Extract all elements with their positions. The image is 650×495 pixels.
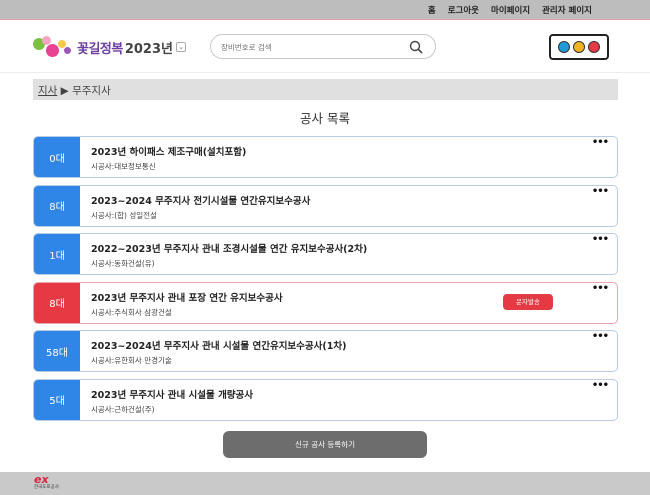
- more-options-icon[interactable]: •••: [592, 380, 609, 391]
- project-contractor: 시공사:(합) 성일전설: [91, 210, 157, 220]
- more-options-icon[interactable]: •••: [592, 234, 609, 245]
- breadcrumb-current: 무주지사: [72, 85, 111, 97]
- nav-home[interactable]: 홈: [428, 4, 436, 16]
- ex-logo-name: 한국도로공사: [34, 485, 59, 490]
- project-contractor: 시공사:주식회사 삼광건설: [91, 307, 172, 317]
- top-nav: 홈 로그아웃 마이페이지 관리자 페이지: [428, 4, 592, 16]
- project-title: 2023~2024 무주지사 전기시설물 연간유지보수공사: [91, 195, 311, 207]
- search-input[interactable]: [221, 40, 401, 54]
- equipment-count-badge: 0대: [34, 137, 80, 177]
- page-title: 공사 목록: [300, 111, 350, 126]
- traffic-light-blue: [558, 41, 570, 53]
- equipment-count-badge: 8대: [34, 282, 80, 323]
- project-title: 2022~2023년 무주지사 관내 조경시설물 연간 유지보수공사(2차): [91, 244, 368, 255]
- project-list: 0대 2023년 하이패스 제조구매(설치포함) 시공사:대보정보통신 ••• …: [33, 136, 618, 427]
- project-title: 2023년 무주지사 관내 포장 연간 유지보수공사: [91, 292, 283, 304]
- project-contractor: 시공사:근하건설(주): [91, 404, 155, 414]
- project-card[interactable]: 1대 2022~2023년 무주지사 관내 조경시설물 연간 유지보수공사(2차…: [33, 233, 618, 275]
- more-options-icon[interactable]: •••: [592, 331, 609, 342]
- project-card[interactable]: 0대 2023년 하이패스 제조구매(설치포함) 시공사:대보정보통신 •••: [33, 136, 618, 178]
- equipment-count-badge: 8대: [34, 185, 80, 226]
- project-title: 2023년 무주지사 관내 시설물 개량공사: [91, 389, 254, 401]
- footer: ex 한국도로공사: [0, 472, 650, 495]
- nav-logout[interactable]: 로그아웃: [448, 4, 479, 16]
- equipment-count-badge: 58대: [34, 331, 80, 371]
- logo-text: 꽃길정복: [77, 41, 123, 57]
- header: 꽃길정복 2023년 ⌄: [0, 21, 650, 73]
- year-select[interactable]: 2023년: [125, 38, 173, 57]
- ex-logo: ex 한국도로공사: [34, 474, 68, 494]
- project-title: 2023~2024년 무주지사 관내 시설물 연간유지보수공사(1차): [91, 341, 347, 352]
- search-icon[interactable]: [409, 40, 423, 54]
- project-card[interactable]: 5대 2023년 무주지사 관내 시설물 개량공사 시공사:근하건설(주) ••…: [33, 378, 618, 421]
- top-bar: 홈 로그아웃 마이페이지 관리자 페이지: [0, 0, 650, 20]
- breadcrumb: 지사 ▶ 무주지사: [33, 79, 618, 100]
- project-card-alert[interactable]: 8대 2023년 무주지사 관내 포장 연간 유지보수공사 시공사:주식회사 삼…: [33, 281, 618, 324]
- project-contractor: 시공사:대보정보통신: [91, 162, 156, 171]
- equipment-count-badge: 5대: [34, 379, 80, 420]
- more-options-icon[interactable]: •••: [592, 186, 609, 197]
- chevron-down-icon[interactable]: ⌄: [176, 42, 186, 52]
- nav-mypage[interactable]: 마이페이지: [491, 4, 530, 16]
- breadcrumb-parent[interactable]: 지사: [38, 85, 57, 97]
- traffic-light-icon: [549, 34, 609, 60]
- project-card[interactable]: 8대 2023~2024 무주지사 전기시설물 연간유지보수공사 시공사:(합)…: [33, 184, 618, 227]
- project-card[interactable]: 58대 2023~2024년 무주지사 관내 시설물 연간유지보수공사(1차) …: [33, 330, 618, 372]
- project-contractor: 시공사:동화건설(유): [91, 259, 155, 268]
- project-title: 2023년 하이패스 제조구매(설치포함): [91, 147, 247, 158]
- send-sms-button[interactable]: 문자발송: [503, 293, 553, 310]
- ex-logo-mark: ex: [34, 473, 49, 486]
- traffic-light-yellow: [573, 41, 585, 53]
- logo[interactable]: 꽃길정복 2023년 ⌄: [33, 36, 186, 58]
- search-box: [210, 34, 436, 59]
- more-options-icon[interactable]: •••: [592, 137, 609, 148]
- breadcrumb-separator: ▶: [60, 85, 69, 97]
- project-contractor: 시공사:유한회사 만경기술: [91, 356, 172, 365]
- traffic-light-red: [588, 41, 600, 53]
- more-options-icon[interactable]: •••: [592, 283, 609, 294]
- nav-admin[interactable]: 관리자 페이지: [542, 4, 592, 16]
- add-project-button[interactable]: 신규 공사 등록하기: [223, 431, 427, 458]
- logo-flower-icon: [33, 36, 75, 58]
- equipment-count-badge: 1대: [34, 234, 80, 274]
